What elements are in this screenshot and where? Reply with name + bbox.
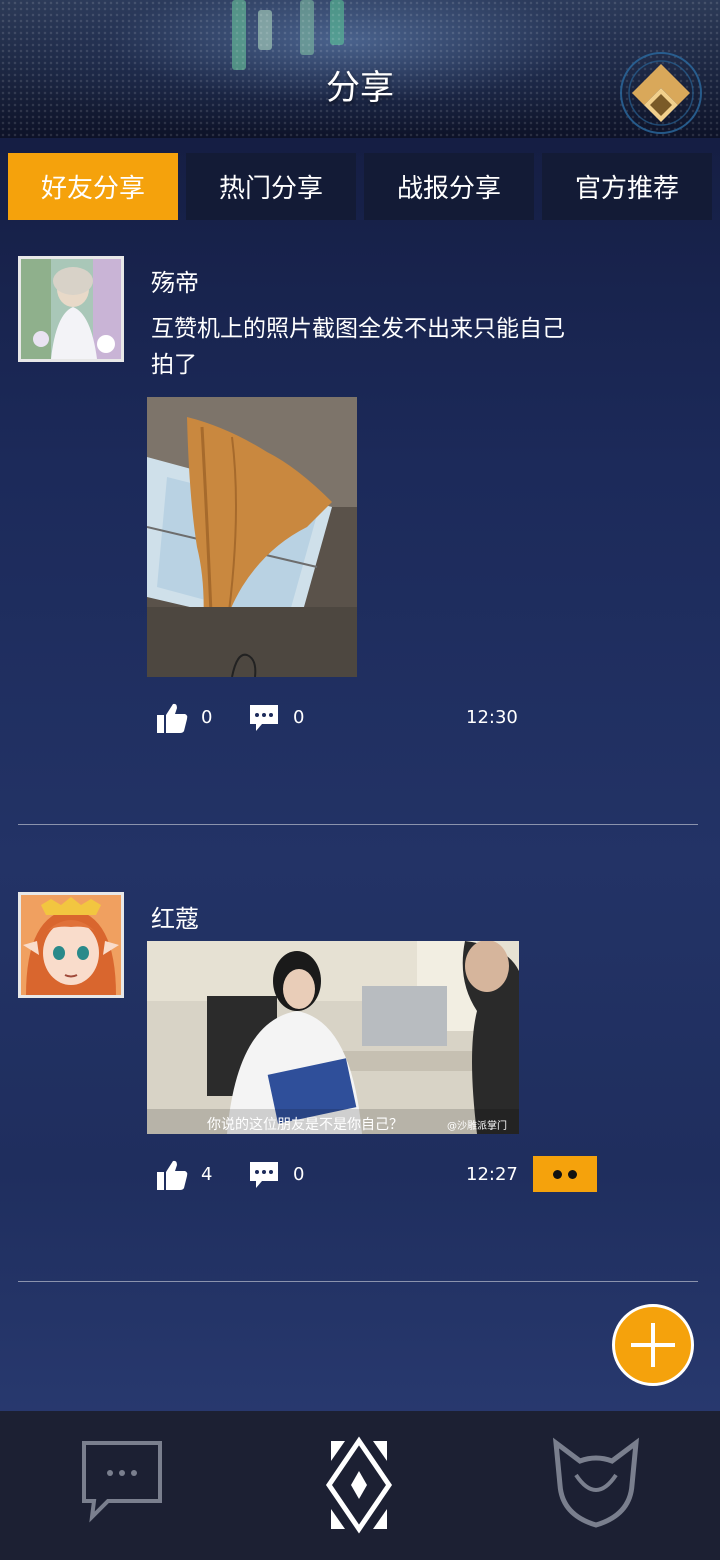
tab-hot-share[interactable]: 热门分享	[186, 153, 356, 220]
divider	[18, 1281, 698, 1282]
like-count: 4	[201, 1164, 213, 1185]
comment-count: 0	[293, 707, 305, 728]
header-banner: 分享	[0, 0, 720, 138]
photo-watermark: @沙雕派掌门	[447, 1119, 507, 1132]
post-text-line: 拍了	[151, 352, 197, 378]
avatar[interactable]	[18, 892, 124, 998]
divider	[18, 824, 698, 825]
post-text-line: 互赞机上的照片截图全发不出来只能自己	[151, 316, 565, 342]
bottom-navigation	[0, 1411, 720, 1560]
photo-caption: 你说的这位朋友是不是你自己？	[207, 1116, 403, 1133]
post-time: 12:27	[466, 1164, 518, 1185]
more-options-button[interactable]	[533, 1156, 597, 1192]
comment-icon[interactable]	[248, 703, 280, 733]
like-count: 0	[201, 707, 213, 728]
create-post-button[interactable]	[612, 1304, 694, 1386]
comment-icon[interactable]	[248, 1160, 280, 1190]
tab-battle-report-share[interactable]: 战报分享	[364, 153, 534, 220]
post-time: 12:30	[466, 707, 518, 728]
photo-clinic-scene: 你说的这位朋友是不是你自己？ @沙雕派掌门	[147, 941, 519, 1134]
nav-profile[interactable]	[546, 1435, 646, 1535]
post-text: 互赞机上的照片截图全发不出来只能自己 拍了	[151, 311, 611, 383]
thumbs-up-icon[interactable]	[155, 701, 189, 735]
post-username[interactable]: 殇帝	[151, 263, 199, 298]
home-button[interactable]	[618, 50, 704, 136]
more-dot	[553, 1169, 562, 1179]
thumbs-up-icon[interactable]	[155, 1158, 189, 1192]
home-diamond-icon	[620, 52, 702, 134]
avatar-image	[21, 895, 121, 995]
tab-bar: 好友分享 热门分享 战报分享 官方推荐	[8, 153, 712, 220]
chat-icon	[82, 1441, 162, 1523]
nav-share[interactable]	[309, 1435, 409, 1535]
post-photo[interactable]	[147, 397, 357, 677]
avatar[interactable]	[18, 256, 124, 362]
diamond-emblem-icon	[325, 1436, 393, 1534]
page-title: 分享	[326, 68, 394, 108]
comment-count: 0	[293, 1164, 305, 1185]
post-meta: 4 0 12:27	[155, 1156, 615, 1196]
nav-chat[interactable]	[72, 1435, 172, 1535]
more-dot	[568, 1169, 577, 1179]
plus-icon	[631, 1323, 675, 1367]
tab-friends-share[interactable]: 好友分享	[8, 153, 178, 220]
avatar-image	[21, 259, 121, 359]
tab-official-recommend[interactable]: 官方推荐	[542, 153, 712, 220]
post-meta: 0 0 12:30	[155, 699, 615, 739]
post-photo[interactable]: 你说的这位朋友是不是你自己？ @沙雕派掌门	[147, 941, 519, 1134]
post-username[interactable]: 红蔻	[151, 899, 199, 934]
photo-window-curtain	[147, 397, 357, 677]
cat-head-icon	[552, 1437, 640, 1528]
